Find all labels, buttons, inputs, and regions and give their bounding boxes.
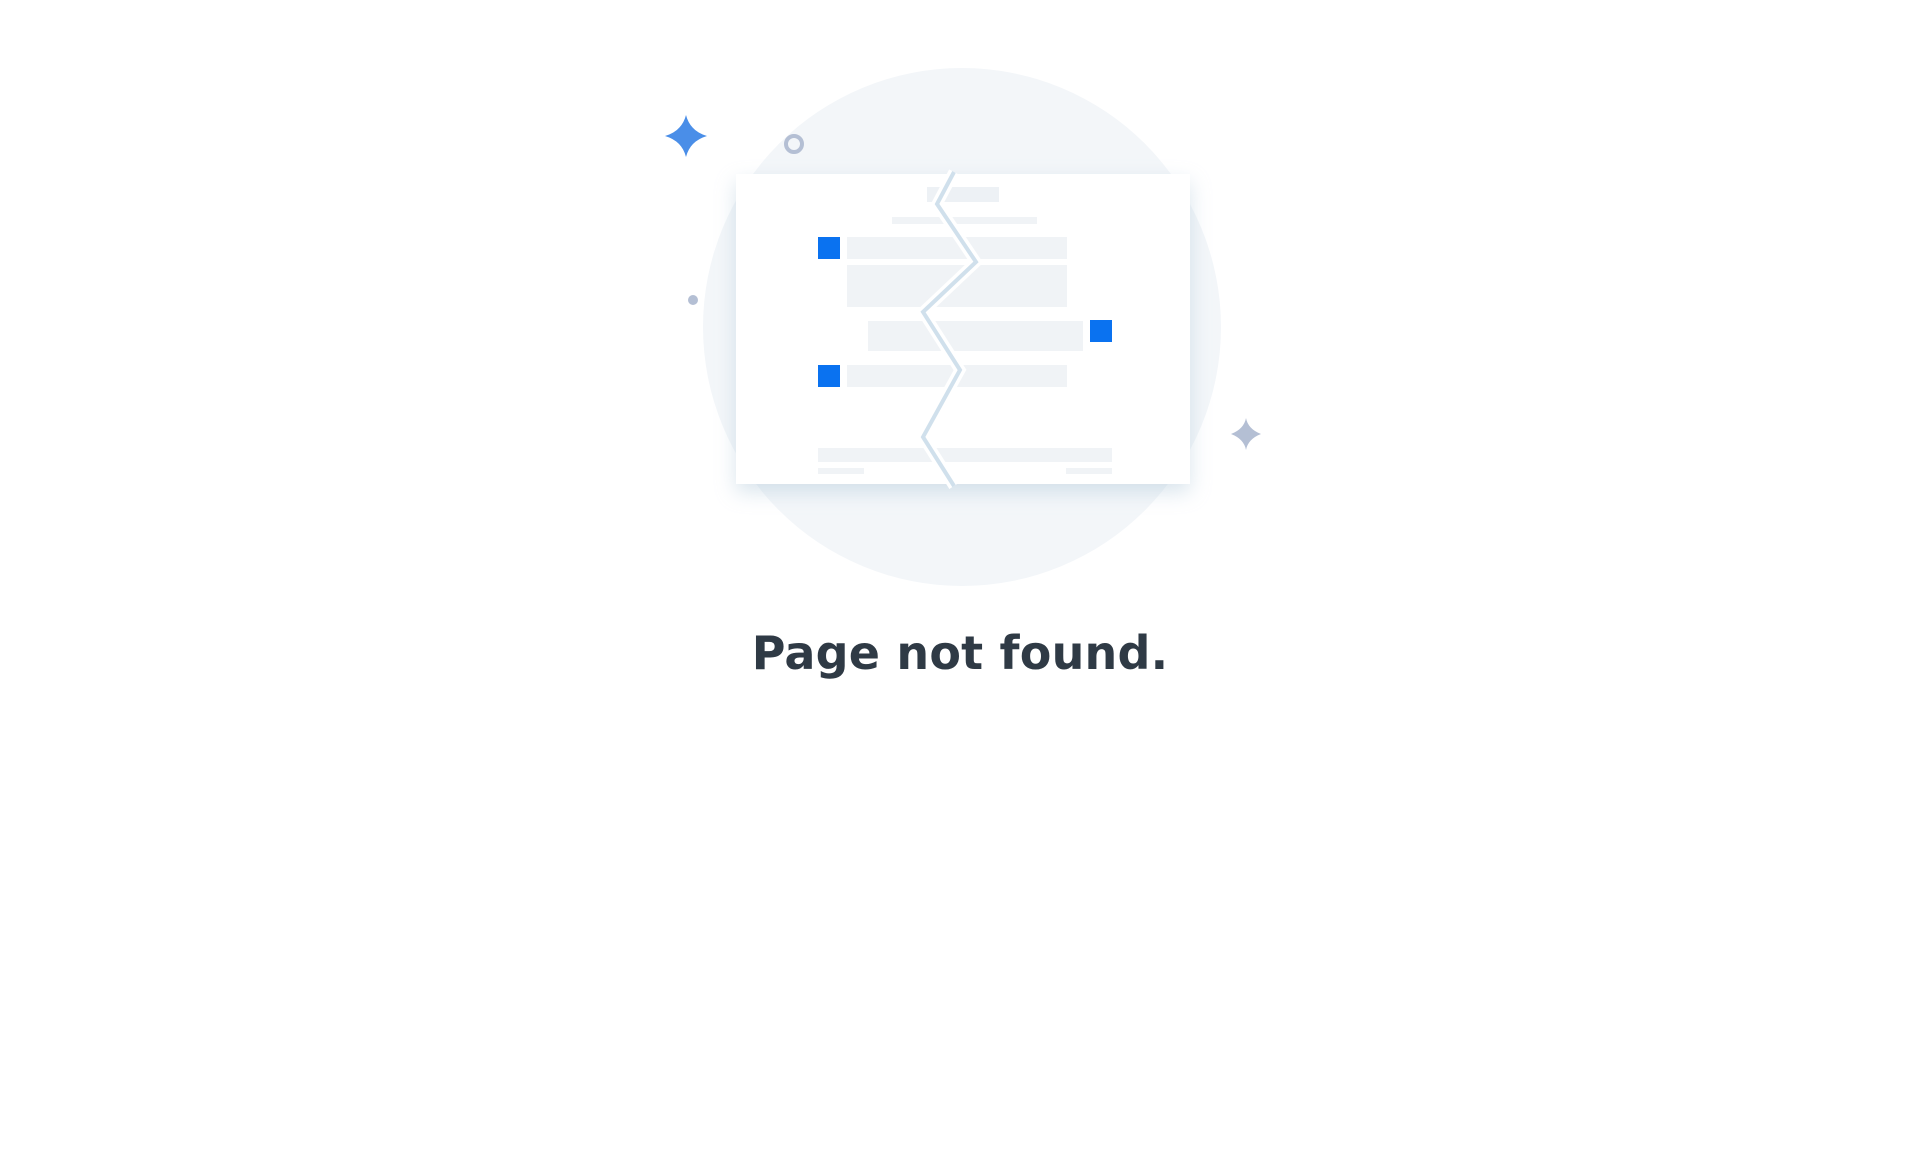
placeholder-footer-right <box>1066 468 1112 474</box>
not-found-illustration <box>0 0 1920 620</box>
placeholder-subtitle <box>892 217 1037 224</box>
blue-square <box>1090 320 1112 342</box>
placeholder-footer <box>818 448 1112 462</box>
placeholder-footer-left <box>818 468 864 474</box>
not-found-page: Page not found. <box>0 0 1920 1170</box>
blue-square <box>818 237 840 259</box>
page-not-found-heading: Page not found. <box>751 626 1169 680</box>
blue-square <box>818 365 840 387</box>
placeholder-line <box>868 321 1083 351</box>
small-sparkle-icon <box>1231 418 1261 450</box>
sparkle-icon <box>665 115 707 157</box>
broken-page-icon <box>736 169 1190 489</box>
dot-icon <box>688 295 698 305</box>
